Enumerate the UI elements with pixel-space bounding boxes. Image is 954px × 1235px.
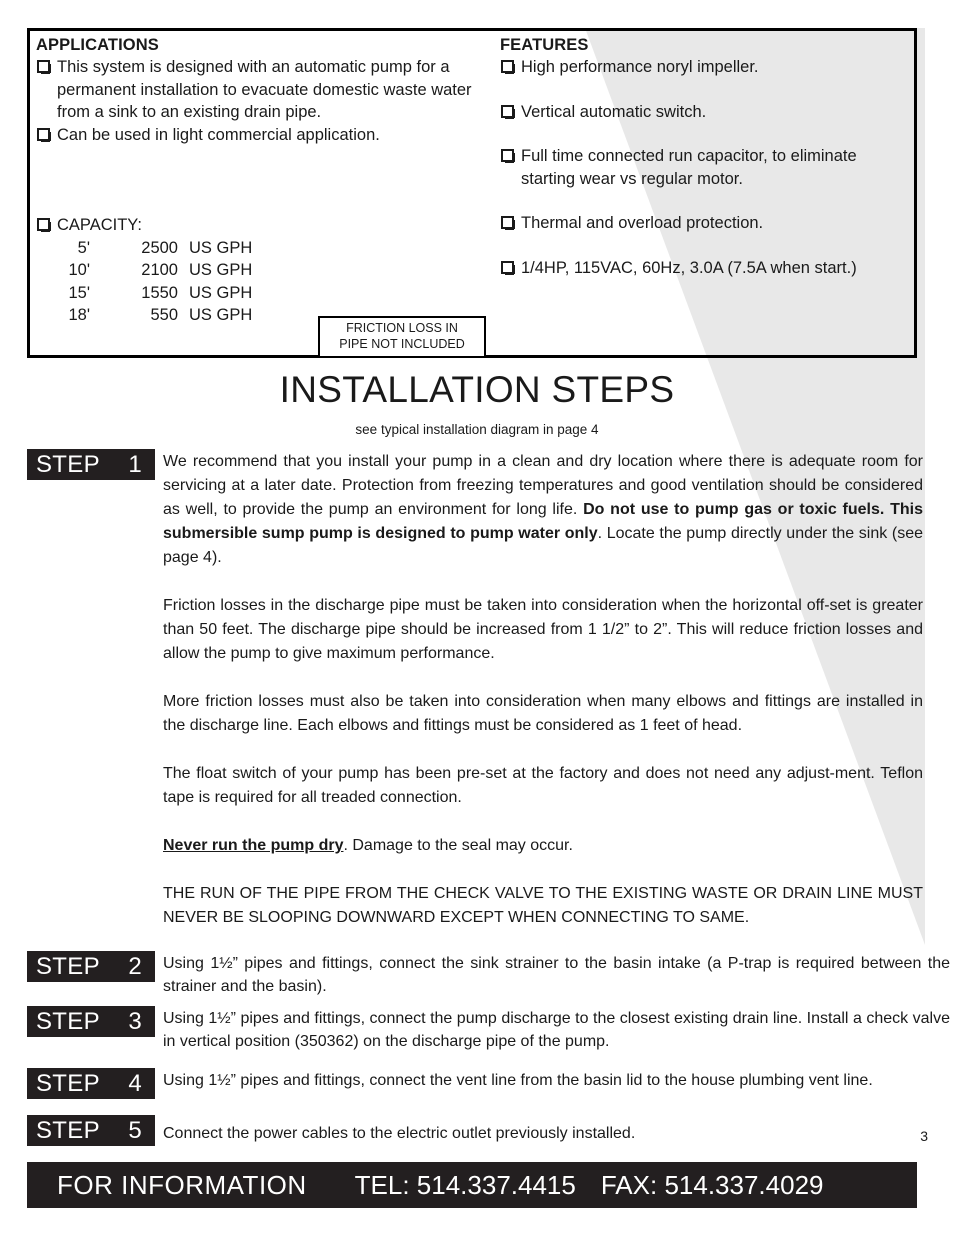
capacity-table: 5' 2500 US GPH 10' 2100 US GPH 15' 1550 … xyxy=(36,237,496,327)
text-run: THE RUN OF THE PIPE FROM THE CHECK VALVE… xyxy=(163,885,923,926)
list-item: 1/4HP, 115VAC, 60Hz, 3.0A (7.5A when sta… xyxy=(500,257,915,280)
features-item-text: Thermal and overload protection. xyxy=(521,214,764,232)
features-item-text: Full time connected run capacitor, to el… xyxy=(521,147,857,188)
step-badge-3: STEP 3 xyxy=(27,1006,155,1037)
capacity-block: CAPACITY: 5' 2500 US GPH 10' 2100 US GPH… xyxy=(36,214,496,327)
checkbox-icon xyxy=(501,149,515,163)
checkbox-icon xyxy=(37,127,51,142)
step-badge-4: STEP 4 xyxy=(27,1068,155,1099)
step-badge-1: STEP 1 xyxy=(27,449,155,480)
step-badge-2: STEP 2 xyxy=(27,951,155,982)
title-subtitle: see typical installation diagram in page… xyxy=(355,422,599,437)
text-run: . Damage to the seal may occur. xyxy=(343,837,573,854)
step-5-text: Connect the power cables to the electric… xyxy=(163,1125,636,1142)
checkbox-icon xyxy=(501,216,515,230)
step-3-text: Using 1½” pipes and fittings, connect th… xyxy=(163,1010,950,1050)
table-row: 15' 1550 US GPH xyxy=(36,282,496,305)
page-title: INSTALLATION STEPS xyxy=(279,369,675,410)
title-area: INSTALLATION STEPS see typical installat… xyxy=(0,368,954,438)
capacity-head: 15' xyxy=(68,283,90,302)
paragraph: Friction losses in the discharge pipe mu… xyxy=(163,594,923,666)
list-item: High performance noryl impeller. xyxy=(500,56,915,79)
step-row-5: STEP 5 Connect the power cables to the e… xyxy=(27,1115,950,1155)
friction-note-line2: PIPE NOT INCLUDED xyxy=(339,336,465,351)
checkbox-icon xyxy=(37,218,51,232)
step-word: STEP xyxy=(36,1070,100,1097)
applications-heading: APPLICATIONS xyxy=(36,36,159,54)
capacity-value: 550 xyxy=(150,306,178,324)
applications-column: APPLICATIONS This system is designed wit… xyxy=(36,35,506,146)
step-2-text: Using 1½” pipes and fittings, connect th… xyxy=(163,955,950,995)
step-row-2: STEP 2 Using 1½” pipes and fittings, con… xyxy=(27,951,950,1007)
text-run: Friction losses in the discharge pipe mu… xyxy=(163,597,923,662)
paragraph: The float switch of your pump has been p… xyxy=(163,762,923,810)
step-word: STEP xyxy=(36,451,100,478)
paragraph: We recommend that you install your pump … xyxy=(163,450,923,570)
capacity-label: CAPACITY: xyxy=(57,216,142,234)
features-item-text: Vertical automatic switch. xyxy=(521,102,707,121)
capacity-unit: US GPH xyxy=(189,261,253,279)
list-item: Vertical automatic switch. xyxy=(500,101,915,124)
table-row: 10' 2100 US GPH xyxy=(36,259,496,282)
text-run: Never run the pump dry xyxy=(163,837,344,854)
checkbox-icon xyxy=(37,60,51,74)
capacity-head: 5' xyxy=(77,238,90,257)
paragraph: Never run the pump dry. Damage to the se… xyxy=(163,834,923,858)
features-item-text: High performance noryl impeller. xyxy=(521,58,759,76)
specifications-box: APPLICATIONS This system is designed wit… xyxy=(27,28,917,358)
paragraph: More friction losses must also be taken … xyxy=(163,690,923,738)
step-word: STEP xyxy=(36,1117,100,1144)
capacity-head: 10' xyxy=(68,261,90,279)
step-number: 1 xyxy=(128,451,142,478)
page-number: 3 xyxy=(920,1128,928,1144)
footer-telephone: TEL: 514.337.4415 xyxy=(354,1169,576,1200)
friction-note-line1: FRICTION LOSS IN xyxy=(346,321,458,335)
step-number: 4 xyxy=(128,1070,142,1097)
features-item-text: 1/4HP, 115VAC, 60Hz, 3.0A (7.5A when sta… xyxy=(521,258,857,277)
friction-loss-note: FRICTION LOSS IN PIPE NOT INCLUDED xyxy=(318,316,486,358)
text-run: More friction losses must also be taken … xyxy=(163,693,923,734)
capacity-head: 18' xyxy=(68,306,90,324)
step-4-text: Using 1½” pipes and fittings, connect th… xyxy=(163,1072,873,1089)
footer-contact-bar: FOR INFORMATION TEL: 514.337.4415 FAX: 5… xyxy=(27,1162,917,1208)
capacity-unit: US GPH xyxy=(189,306,253,324)
step-number: 3 xyxy=(128,1008,142,1035)
features-heading: FEATURES xyxy=(500,36,589,54)
step-row-3: STEP 3 Using 1½” pipes and fittings, con… xyxy=(27,1006,950,1062)
capacity-value: 1550 xyxy=(141,283,178,302)
list-item: Thermal and overload protection. xyxy=(500,212,915,235)
text-run: The float switch of your pump has been p… xyxy=(163,765,923,806)
applications-item-text: Can be used in light commercial applicat… xyxy=(57,125,380,144)
table-row: 5' 2500 US GPH xyxy=(36,237,496,260)
checkbox-icon xyxy=(501,260,515,275)
footer-fax: FAX: 514.337.4029 xyxy=(600,1169,824,1200)
step-word: STEP xyxy=(36,1008,100,1035)
step-number: 5 xyxy=(128,1117,142,1144)
paragraph-caps-warning: THE RUN OF THE PIPE FROM THE CHECK VALVE… xyxy=(163,882,923,930)
step-number: 2 xyxy=(128,953,142,980)
capacity-label-row: CAPACITY: xyxy=(36,214,496,237)
footer-information-label: FOR INFORMATION xyxy=(57,1169,307,1200)
applications-item-text: This system is designed with an automati… xyxy=(57,58,472,121)
list-item: Full time connected run capacitor, to el… xyxy=(500,145,915,190)
capacity-unit: US GPH xyxy=(189,238,253,257)
capacity-value: 2100 xyxy=(141,261,178,279)
capacity-unit: US GPH xyxy=(189,283,253,302)
features-column: FEATURES High performance noryl impeller… xyxy=(500,35,915,301)
checkbox-icon xyxy=(501,104,515,119)
step-badge-5: STEP 5 xyxy=(27,1115,155,1146)
list-item: This system is designed with an automati… xyxy=(36,56,506,124)
step-word: STEP xyxy=(36,953,100,980)
capacity-value: 2500 xyxy=(141,238,178,257)
list-item: Can be used in light commercial applicat… xyxy=(36,124,506,147)
step-1-body: We recommend that you install your pump … xyxy=(163,450,923,930)
checkbox-icon xyxy=(501,60,515,74)
